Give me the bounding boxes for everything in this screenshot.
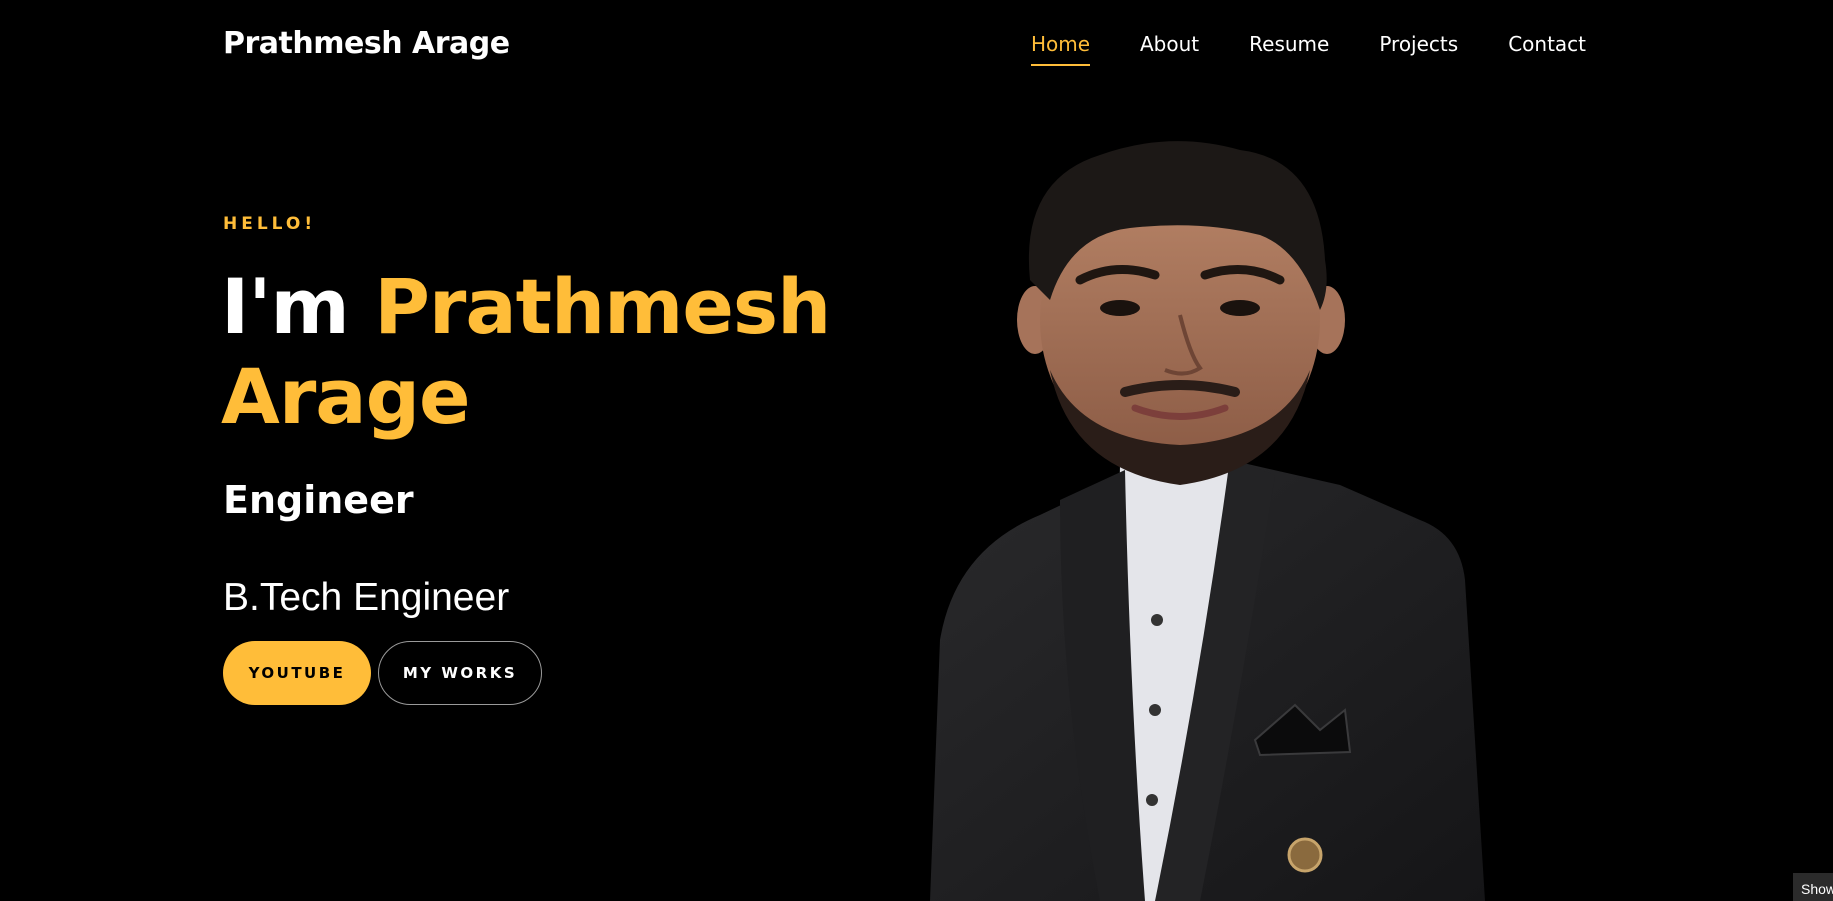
hero-intro: I'm — [221, 262, 350, 351]
hero-greeting: HELLO! — [223, 214, 317, 234]
nav-resume[interactable]: Resume — [1249, 32, 1329, 66]
nav-contact[interactable]: Contact — [1508, 32, 1586, 66]
profile-portrait — [930, 141, 1485, 901]
hero-name-first: Prathmesh — [374, 262, 831, 351]
hero-headline: I'm Prathmesh Arage — [221, 262, 881, 442]
page: Prathmesh Arage Home About Resume Projec… — [0, 0, 1833, 901]
show-tab[interactable]: Show — [1793, 873, 1833, 901]
hero-role: Engineer — [223, 478, 414, 522]
site-logo[interactable]: Prathmesh Arage — [223, 26, 510, 61]
nav-home[interactable]: Home — [1030, 32, 1091, 66]
nav-about[interactable]: About — [1140, 32, 1199, 66]
nav-projects[interactable]: Projects — [1379, 32, 1458, 66]
hero-degree: B.Tech Engineer — [223, 576, 510, 619]
hero-name-last: Arage — [221, 352, 471, 441]
my-works-button[interactable]: MY WORKS — [378, 641, 542, 705]
youtube-button[interactable]: YOUTUBE — [223, 641, 371, 705]
main-nav: Home About Resume Projects Contact — [1030, 32, 1586, 66]
